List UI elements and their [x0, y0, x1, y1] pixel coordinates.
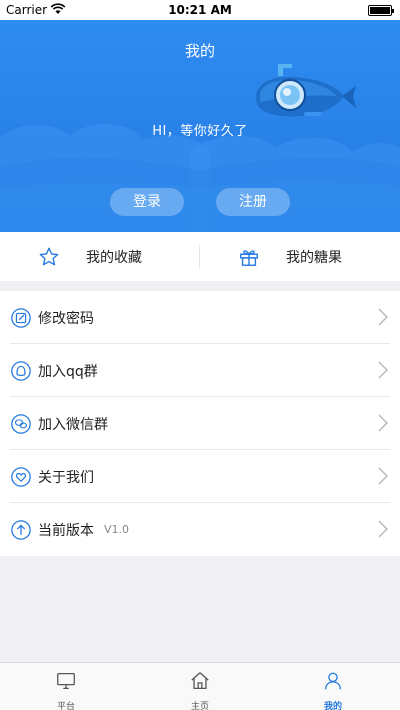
edit-icon — [11, 307, 31, 328]
settings-menu: 修改密码 加入qq群 加入微信群 关于我们 当前版本 V1.0 — [0, 291, 400, 556]
upload-arrow-icon — [11, 519, 31, 540]
tab-home[interactable]: 主页 — [160, 663, 240, 710]
candy-link[interactable]: 我的糖果 — [238, 232, 342, 281]
menu-item-join-qq[interactable]: 加入qq群 — [0, 344, 400, 397]
candy-label: 我的糖果 — [286, 249, 342, 266]
tab-mine[interactable]: 我的 — [293, 663, 373, 710]
chevron-right-icon — [378, 414, 388, 432]
chevron-right-icon — [378, 308, 388, 326]
home-icon — [191, 672, 209, 689]
favorites-link[interactable]: 我的收藏 — [38, 232, 142, 281]
register-button[interactable]: 注册 — [216, 188, 290, 216]
tab-bar: 平台 主页 我的 — [0, 662, 400, 710]
page-title: 我的 — [184, 42, 215, 60]
qq-icon — [11, 360, 31, 381]
monitor-icon — [57, 673, 75, 689]
menu-label: 关于我们 — [38, 469, 94, 486]
battery-icon — [368, 5, 394, 16]
menu-item-change-password[interactable]: 修改密码 — [0, 291, 400, 344]
menu-item-about-us[interactable]: 关于我们 — [0, 450, 400, 503]
version-value: V1.0 — [104, 523, 130, 536]
clock: 10:21 AM — [168, 3, 232, 17]
user-icon — [325, 672, 341, 690]
profile-header: 我的 HI，等你好久了 登录 注册 — [0, 20, 400, 232]
menu-label: 加入qq群 — [38, 363, 98, 380]
chevron-right-icon — [378, 467, 388, 485]
menu-label: 修改密码 — [38, 310, 94, 327]
submarine-illustration — [256, 64, 356, 117]
login-button[interactable]: 登录 — [110, 188, 184, 216]
favorites-label: 我的收藏 — [86, 249, 142, 266]
chevron-right-icon — [378, 361, 388, 379]
quick-links: 我的收藏 我的糖果 — [0, 232, 400, 281]
greeting-text: HI，等你好久了 — [152, 124, 248, 139]
tab-label: 我的 — [323, 702, 342, 710]
heart-icon — [11, 466, 31, 487]
menu-label: 加入微信群 — [38, 416, 108, 433]
chevron-right-icon — [378, 520, 388, 538]
menu-item-current-version[interactable]: 当前版本 V1.0 — [0, 503, 400, 556]
star-icon — [39, 247, 59, 265]
tab-label: 主页 — [190, 702, 209, 710]
menu-label: 当前版本 — [38, 522, 94, 539]
menu-item-join-wechat[interactable]: 加入微信群 — [0, 397, 400, 450]
quick-divider — [199, 245, 200, 269]
wechat-icon — [11, 413, 31, 434]
tab-platform[interactable]: 平台 — [26, 663, 106, 710]
tab-label: 平台 — [56, 702, 75, 710]
status-bar: Carrier 10:21 AM — [0, 0, 400, 20]
gift-icon — [240, 249, 258, 266]
